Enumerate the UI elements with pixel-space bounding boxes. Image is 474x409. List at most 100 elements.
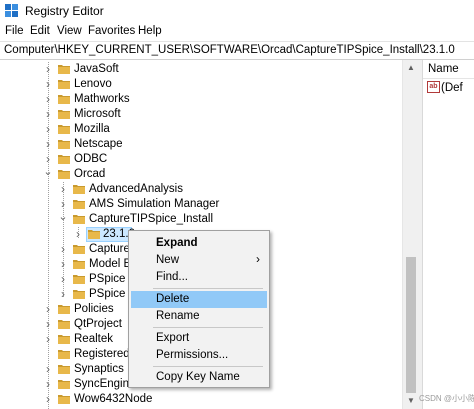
tree-item-label: Netscape bbox=[74, 138, 123, 150]
chevron-right-icon[interactable]: › bbox=[43, 317, 53, 332]
context-menu-permissions[interactable]: Permissions... bbox=[131, 347, 267, 364]
tree-item-label: ODBC bbox=[74, 153, 108, 165]
tree-item-mathworks[interactable]: › Mathworks bbox=[0, 92, 402, 107]
tree-item-orcad[interactable]: ⌄ Orcad bbox=[0, 167, 402, 182]
tree-item-capturetipspice-install[interactable]: ⌄ CaptureTIPSpice_Install bbox=[0, 212, 402, 227]
context-menu: Expand New › Find... Delete Rename Export Permi… bbox=[128, 230, 270, 388]
tree-item-label: Mathworks bbox=[74, 93, 130, 105]
tree-item-netscape[interactable]: › Netscape bbox=[0, 137, 402, 152]
tree-item-ams-simulation-manager[interactable]: › AMS Simulation Manager bbox=[0, 197, 402, 212]
chevron-right-icon[interactable]: › bbox=[43, 332, 53, 347]
context-menu-find[interactable]: Find... bbox=[131, 269, 267, 286]
tree-item-javasoft[interactable]: › JavaSoft bbox=[0, 62, 402, 77]
tree-item-lenovo[interactable]: › Lenovo bbox=[0, 77, 402, 92]
folder-icon bbox=[58, 365, 70, 374]
chevron-right-icon[interactable]: › bbox=[58, 272, 68, 287]
folder-icon bbox=[58, 395, 70, 404]
context-menu-new[interactable]: New › bbox=[131, 252, 267, 269]
chevron-right-icon[interactable]: › bbox=[43, 152, 53, 167]
tree-item-odbc[interactable]: › ODBC bbox=[0, 152, 402, 167]
scroll-up-arrow-icon[interactable]: ▲ bbox=[403, 60, 419, 76]
tree-item-label: AMS Simulation Manager bbox=[89, 198, 220, 210]
tree-item-label: Realtek bbox=[74, 333, 113, 345]
context-menu-label: New bbox=[156, 254, 180, 266]
folder-icon bbox=[88, 230, 100, 239]
chevron-right-icon[interactable]: › bbox=[43, 77, 53, 92]
tree-item-label: PSpice bbox=[89, 273, 126, 285]
scroll-thumb[interactable] bbox=[406, 257, 416, 393]
menu-separator bbox=[153, 366, 263, 367]
folder-icon bbox=[58, 380, 70, 389]
watermark: CSDN @小小陈 bbox=[419, 394, 474, 403]
menu-help[interactable]: Help bbox=[138, 25, 162, 37]
context-menu-expand[interactable]: Expand bbox=[131, 235, 267, 252]
chevron-right-icon[interactable]: › bbox=[43, 302, 53, 317]
folder-icon bbox=[73, 245, 85, 254]
menu-separator bbox=[153, 288, 263, 289]
chevron-right-icon[interactable]: › bbox=[58, 242, 68, 257]
folder-icon bbox=[73, 260, 85, 269]
folder-icon bbox=[58, 110, 70, 119]
folder-icon bbox=[73, 215, 85, 224]
chevron-right-icon[interactable]: › bbox=[73, 227, 83, 242]
folder-icon bbox=[58, 320, 70, 329]
context-menu-label: Rename bbox=[156, 310, 200, 322]
window-title: Registry Editor bbox=[25, 4, 104, 18]
tree-item-wow6432node[interactable]: › Wow6432Node bbox=[0, 392, 402, 407]
context-menu-delete[interactable]: Delete bbox=[131, 291, 267, 308]
menu-file[interactable]: File bbox=[5, 25, 24, 37]
chevron-right-icon[interactable]: › bbox=[43, 62, 53, 77]
folder-icon bbox=[58, 140, 70, 149]
menu-favorites[interactable]: Favorites bbox=[88, 25, 135, 37]
folder-icon bbox=[73, 290, 85, 299]
chevron-right-icon[interactable]: › bbox=[58, 257, 68, 272]
tree-item-label: Policies bbox=[74, 303, 114, 315]
folder-icon bbox=[58, 80, 70, 89]
column-header-name[interactable]: Name bbox=[423, 60, 474, 79]
context-menu-label: Find... bbox=[156, 271, 188, 283]
context-menu-copy-key-name[interactable]: Copy Key Name bbox=[131, 369, 267, 386]
chevron-right-icon[interactable]: › bbox=[58, 182, 68, 197]
tree-item-label: Mozilla bbox=[74, 123, 110, 135]
chevron-down-icon[interactable]: ⌄ bbox=[58, 212, 68, 227]
address-path[interactable]: Computer\HKEY_CURRENT_USER\SOFTWARE\Orca… bbox=[4, 44, 455, 56]
tree-item-label: JavaSoft bbox=[74, 63, 119, 75]
folder-icon bbox=[58, 155, 70, 164]
values-pane[interactable]: Name ab (Def bbox=[423, 60, 474, 409]
tree-scrollbar[interactable]: ▲ ▼ bbox=[402, 60, 419, 409]
menu-edit[interactable]: Edit bbox=[30, 25, 50, 37]
submenu-arrow-icon: › bbox=[256, 252, 260, 266]
chevron-down-icon[interactable]: ⌄ bbox=[43, 167, 53, 182]
chevron-right-icon[interactable]: › bbox=[43, 92, 53, 107]
folder-icon bbox=[58, 125, 70, 134]
tree-item-label: Microsoft bbox=[74, 108, 121, 120]
tree-item-label: Wow6432Node bbox=[74, 393, 153, 405]
chevron-right-icon[interactable]: › bbox=[58, 197, 68, 212]
chevron-right-icon[interactable]: › bbox=[43, 362, 53, 377]
context-menu-label: Export bbox=[156, 332, 190, 344]
folder-icon bbox=[58, 65, 70, 74]
folder-icon bbox=[58, 335, 70, 344]
context-menu-label: Delete bbox=[156, 293, 190, 305]
title-bar: Registry Editor bbox=[0, 0, 474, 22]
chevron-right-icon[interactable]: › bbox=[43, 392, 53, 407]
chevron-right-icon[interactable]: › bbox=[58, 287, 68, 302]
chevron-right-icon[interactable]: › bbox=[43, 107, 53, 122]
value-row[interactable]: ab (Def bbox=[423, 80, 474, 96]
tree-item-mozilla[interactable]: › Mozilla bbox=[0, 122, 402, 137]
context-menu-label: Expand bbox=[156, 237, 198, 249]
scroll-down-arrow-icon[interactable]: ▼ bbox=[403, 393, 419, 409]
menu-view[interactable]: View bbox=[57, 25, 82, 37]
tree-item-microsoft[interactable]: › Microsoft bbox=[0, 107, 402, 122]
tree-item-label: QtProject bbox=[74, 318, 122, 330]
context-menu-export[interactable]: Export bbox=[131, 330, 267, 347]
folder-icon bbox=[58, 305, 70, 314]
address-bar[interactable]: Computer\HKEY_CURRENT_USER\SOFTWARE\Orca… bbox=[0, 41, 474, 60]
tree-item-advancedanalysis[interactable]: › AdvancedAnalysis bbox=[0, 182, 402, 197]
chevron-right-icon[interactable]: › bbox=[43, 137, 53, 152]
chevron-right-icon[interactable]: › bbox=[43, 377, 53, 392]
folder-icon bbox=[73, 185, 85, 194]
context-menu-rename[interactable]: Rename bbox=[131, 308, 267, 325]
folder-icon bbox=[58, 350, 70, 359]
chevron-right-icon[interactable]: › bbox=[43, 122, 53, 137]
